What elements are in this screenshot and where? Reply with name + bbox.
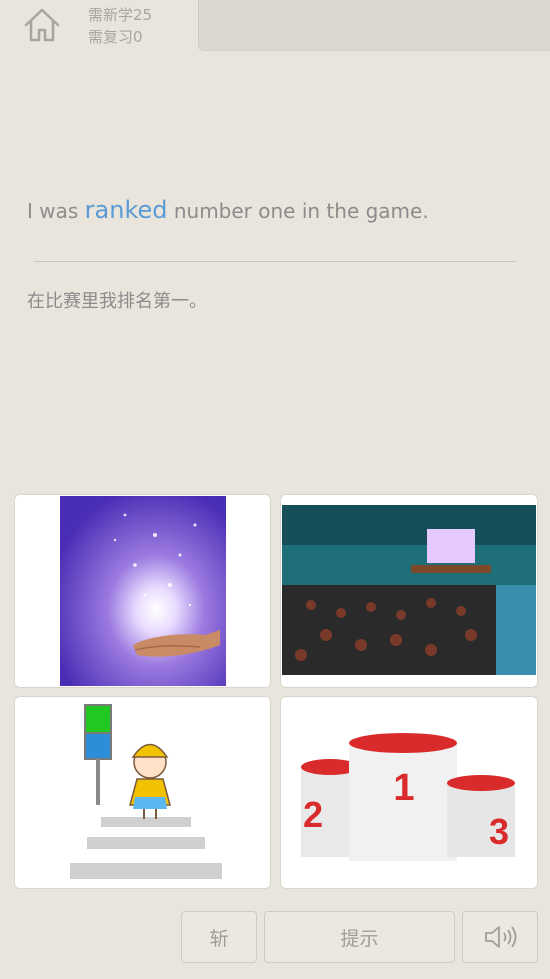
crosswalk-child-image: [15, 697, 270, 888]
skip-button[interactable]: 斩: [181, 911, 257, 963]
new-words-count: 需新学25: [88, 6, 153, 24]
top-bar: 需新学25 需复习0: [0, 0, 550, 51]
option-card-2[interactable]: [280, 494, 538, 688]
study-counts: 需新学25 需复习0: [88, 4, 152, 48]
option-card-4[interactable]: 1 2 3: [280, 696, 538, 889]
sentence-after: number one in the game.: [167, 199, 429, 223]
pronounce-button[interactable]: [462, 911, 538, 963]
sentence-before: I was: [27, 199, 85, 223]
podium-third-label: 3: [489, 811, 509, 852]
divider: [34, 261, 516, 262]
podium-first-label: 1: [393, 767, 414, 809]
winner-podium-image: 1 2 3: [281, 697, 537, 888]
hint-button[interactable]: 提示: [264, 911, 455, 963]
podium-second-label: 2: [303, 794, 323, 835]
magic-hands-image: [15, 495, 270, 687]
conference-audience-image: [281, 495, 537, 687]
example-sentence: I was ranked number one in the game.: [27, 196, 429, 224]
review-words-count: 需复习0: [88, 28, 143, 46]
target-word: ranked: [84, 196, 168, 224]
option-card-3[interactable]: [14, 696, 271, 889]
option-card-1[interactable]: [14, 494, 271, 688]
top-bar-right-panel: [198, 0, 550, 51]
home-icon[interactable]: [22, 6, 62, 44]
sentence-translation: 在比赛里我排名第一。: [27, 291, 207, 312]
speaker-icon: [485, 926, 517, 948]
